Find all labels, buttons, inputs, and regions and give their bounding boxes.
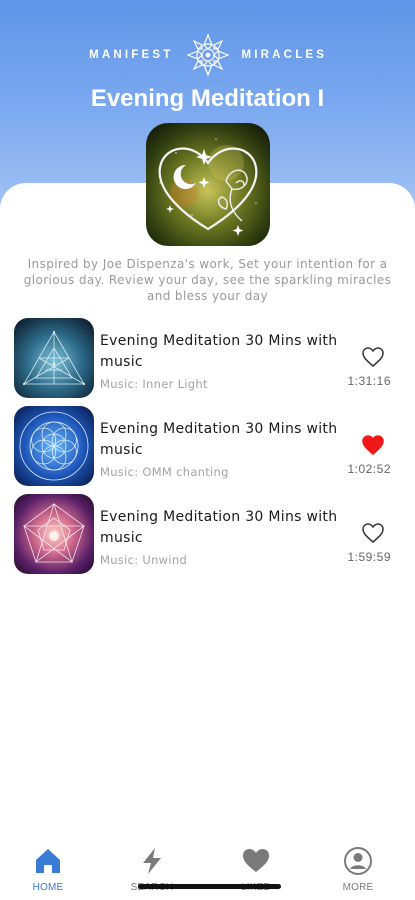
description: Inspired by Joe Dispenza's work, Set you…	[23, 257, 392, 303]
track-title: Evening Meditation 30 Mins with music	[100, 333, 338, 370]
track-list: Evening Meditation 30 Mins with music Mu…	[0, 318, 415, 582]
track-thumbnail	[14, 318, 94, 398]
track-row[interactable]: Evening Meditation 30 Mins with music Mu…	[0, 406, 415, 494]
home-icon	[36, 849, 60, 873]
user-icon	[344, 847, 372, 875]
lightning-icon	[143, 848, 161, 874]
favorite-heart-icon[interactable]	[361, 434, 385, 456]
track-duration: 1:02:52	[347, 462, 391, 476]
page-title: Evening Meditation I	[90, 85, 325, 112]
tab-more[interactable]: MORE	[318, 846, 398, 893]
home-indicator	[138, 884, 281, 889]
favorite-heart-icon[interactable]	[361, 346, 385, 368]
track-duration: 1:59:59	[347, 550, 391, 564]
brand-word-left: MANIFEST	[89, 49, 174, 61]
track-duration: 1:31:16	[347, 374, 391, 388]
tab-home[interactable]: HOME	[8, 846, 88, 893]
heart-icon	[243, 849, 269, 872]
track-row[interactable]: Evening Meditation 30 Mins with music Mu…	[0, 494, 415, 582]
flower-of-life-icon	[14, 406, 94, 486]
album-cover	[146, 123, 270, 246]
track-title: Evening Meditation 30 Mins with music	[100, 421, 338, 458]
track-title: Evening Meditation 30 Mins with music	[100, 509, 338, 546]
tab-bar: HOME SEARCH LIKED MORE	[0, 840, 415, 900]
track-thumbnail	[14, 494, 94, 574]
triangle-geometry-icon	[14, 318, 94, 398]
brand-word-right: MIRACLES	[241, 49, 328, 61]
brand-bar: MANIFEST MIRACLES	[0, 33, 415, 77]
favorite-heart-icon[interactable]	[361, 522, 385, 544]
mandala-logo-icon	[185, 33, 230, 77]
track-thumbnail	[14, 406, 94, 486]
track-music: Music: OMM chanting	[100, 465, 229, 479]
tab-label-home: HOME	[32, 882, 64, 893]
heart-moon-artwork-icon	[146, 123, 270, 246]
pentagon-geometry-icon	[14, 494, 94, 574]
track-row[interactable]: Evening Meditation 30 Mins with music Mu…	[0, 318, 415, 406]
track-music: Music: Unwind	[100, 553, 188, 567]
tab-label-more: MORE	[342, 882, 374, 893]
track-music: Music: Inner Light	[100, 377, 208, 391]
